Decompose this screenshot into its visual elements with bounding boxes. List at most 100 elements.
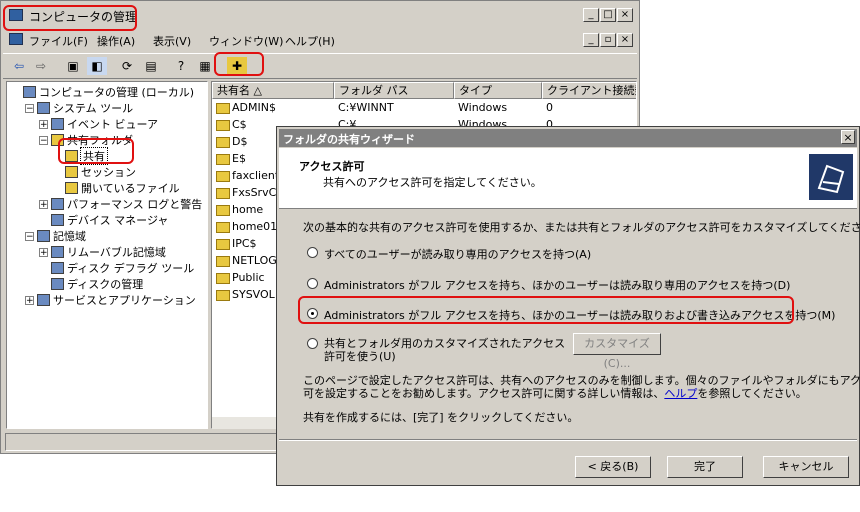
tree-item-label: システム ツール (53, 102, 134, 115)
option-admin-full-others-read[interactable]: Administrators がフル アクセスを持ち、ほかのユーザーは読み取り専… (307, 277, 790, 293)
tree-item-label: ディスク デフラグ ツール (67, 262, 195, 275)
menu-action[interactable]: 操作(A) (97, 33, 135, 49)
tree-item[interactable]: セッション (53, 164, 136, 180)
tree-item[interactable]: ディスク デフラグ ツール (39, 260, 194, 276)
shared-folder-icon (216, 289, 230, 301)
up-folder-icon[interactable]: ▣ (63, 57, 83, 75)
share-name-cell: FxsSrvC (216, 186, 276, 199)
column-share-name[interactable]: 共有名 △ (212, 82, 334, 99)
shared-folder-icon (216, 187, 230, 199)
wizard-titlebar[interactable]: フォルダの共有ウィザード × (279, 129, 857, 147)
menu-view[interactable]: 表示(V) (153, 33, 191, 49)
tree-item[interactable]: 開いているファイル (53, 180, 180, 196)
minimize-button[interactable]: _ (583, 8, 599, 22)
tree-item[interactable]: ディスクの管理 (39, 276, 143, 292)
tree-item[interactable]: コンピュータの管理 (ローカル) (11, 84, 194, 100)
child-close-button[interactable]: × (617, 33, 633, 47)
properties-icon[interactable]: ▦ (195, 57, 215, 75)
folder-icon (65, 166, 78, 178)
share-name: faxclient (232, 169, 280, 182)
finish-button[interactable]: 完了 (667, 456, 743, 478)
maximize-button[interactable]: □ (600, 8, 616, 22)
node-icon (51, 214, 64, 226)
menu-file[interactable]: ファイル(F) (29, 33, 88, 49)
tree-item-label: デバイス マネージャ (67, 214, 169, 227)
radio-admin-full-others-readwrite[interactable] (307, 308, 318, 319)
tree-item[interactable]: − 共有フォルダ (39, 132, 133, 148)
tree-expander-icon[interactable]: + (39, 119, 48, 129)
forward-arrow-icon[interactable]: ⇨ (31, 57, 51, 75)
wizard-subheading: 共有へのアクセス許可を指定してください。 (323, 176, 542, 189)
node-icon (51, 246, 64, 258)
tree-item[interactable]: + サービスとアプリケーション (25, 292, 196, 308)
help-link[interactable]: ヘルプ (664, 387, 697, 400)
option-admin-full-others-read-label: Administrators がフル アクセスを持ち、ほかのユーザーは読み取り専… (324, 279, 791, 292)
tree-item[interactable]: + パフォーマンス ログと警告 (39, 196, 202, 212)
node-icon (37, 294, 50, 306)
system-menu-icon[interactable] (9, 33, 23, 45)
radio-custom-permissions[interactable] (307, 338, 318, 349)
tree-item-label: 開いているファイル (81, 182, 180, 195)
menu-help[interactable]: ヘルプ(H) (285, 33, 335, 49)
export-list-icon[interactable]: ▤ (141, 57, 161, 75)
share-name: Public (232, 271, 265, 284)
share-name: home (232, 203, 264, 216)
show-tree-icon[interactable]: ◧ (87, 57, 107, 75)
node-icon (51, 118, 64, 130)
customize-button[interactable]: カスタマイズ(C)... (573, 333, 661, 370)
child-restore-button[interactable]: ▫ (600, 33, 616, 47)
tree-item[interactable]: 共有 (53, 147, 108, 165)
new-share-icon[interactable]: ✚ (227, 57, 247, 75)
tree-expander-icon[interactable]: + (39, 199, 48, 209)
type-cell: Windows (458, 101, 508, 114)
tree-expander-icon[interactable]: − (25, 231, 34, 241)
tree-expander-icon[interactable]: + (39, 247, 48, 257)
tree-item[interactable]: デバイス マネージャ (39, 212, 168, 228)
column-folder-path[interactable]: フォルダ パス (334, 82, 454, 99)
tree-expander-icon[interactable]: − (39, 135, 48, 145)
share-name: SYSVOL (232, 288, 275, 301)
option-admin-full-others-readwrite-label: Administrators がフル アクセスを持ち、ほかのユーザーは読み取りお… (324, 309, 836, 322)
menu-window[interactable]: ウィンドウ(W) (209, 33, 283, 49)
close-button[interactable]: × (617, 8, 633, 22)
wizard-banner-icon (809, 154, 853, 200)
shared-folder-icon (216, 136, 230, 148)
shared-folder-icon (216, 272, 230, 284)
wizard-close-button[interactable]: × (841, 130, 855, 144)
help-icon[interactable]: ? (171, 57, 191, 75)
option-custom-permissions[interactable]: 共有とフォルダ用のカスタマイズされたアクセス許可を使う(U) (307, 337, 569, 363)
share-name-cell: home (216, 203, 263, 216)
radio-admin-full-others-read[interactable] (307, 278, 318, 289)
tree-item[interactable]: + リムーバブル記憶域 (39, 244, 166, 260)
share-name-cell: D$ (216, 135, 247, 148)
tree-item[interactable]: − システム ツール (25, 100, 133, 116)
tree-item[interactable]: − 記憶域 (25, 228, 86, 244)
wizard-finish-text: 共有を作成するには、[完了] をクリックしてください。 (303, 411, 579, 424)
tree-item-label: サービスとアプリケーション (53, 294, 196, 307)
radio-read-only[interactable] (307, 247, 318, 258)
shared-folder-icon (216, 119, 230, 131)
tree-item-label: 共有フォルダ (67, 134, 133, 147)
refresh-icon[interactable]: ⟳ (117, 57, 137, 75)
shared-folder-icon (216, 255, 230, 267)
tree-expander-icon[interactable]: + (25, 295, 34, 305)
column-client-connections[interactable]: クライアント接続数 (542, 82, 636, 99)
cancel-button[interactable]: キャンセル (763, 456, 849, 478)
window-titlebar[interactable]: コンピュータの管理 _ □ × (3, 3, 637, 27)
tree-expander-icon[interactable]: − (25, 103, 34, 113)
wizard-heading: アクセス許可 (299, 160, 365, 173)
table-row[interactable]: ADMIN$ C:¥WINNT Windows 0 (212, 99, 636, 116)
share-name-cell: E$ (216, 152, 246, 165)
share-folder-wizard: フォルダの共有ウィザード × アクセス許可 共有へのアクセス許可を指定してくださ… (276, 126, 860, 486)
option-read-only[interactable]: すべてのユーザーが読み取り専用のアクセスを持つ(A) (307, 246, 591, 262)
option-admin-full-others-readwrite[interactable]: Administrators がフル アクセスを持ち、ほかのユーザーは読み取りお… (307, 307, 835, 323)
tree-item[interactable]: + イベント ビューア (39, 116, 158, 132)
back-arrow-icon[interactable]: ⇦ (9, 57, 29, 75)
shared-folder-icon (216, 153, 230, 165)
child-minimize-button[interactable]: _ (583, 33, 599, 47)
back-button[interactable]: < 戻る(B) (575, 456, 651, 478)
column-type[interactable]: タイプ (454, 82, 542, 99)
shared-folder-icon (216, 221, 230, 233)
share-name: C$ (232, 118, 247, 131)
